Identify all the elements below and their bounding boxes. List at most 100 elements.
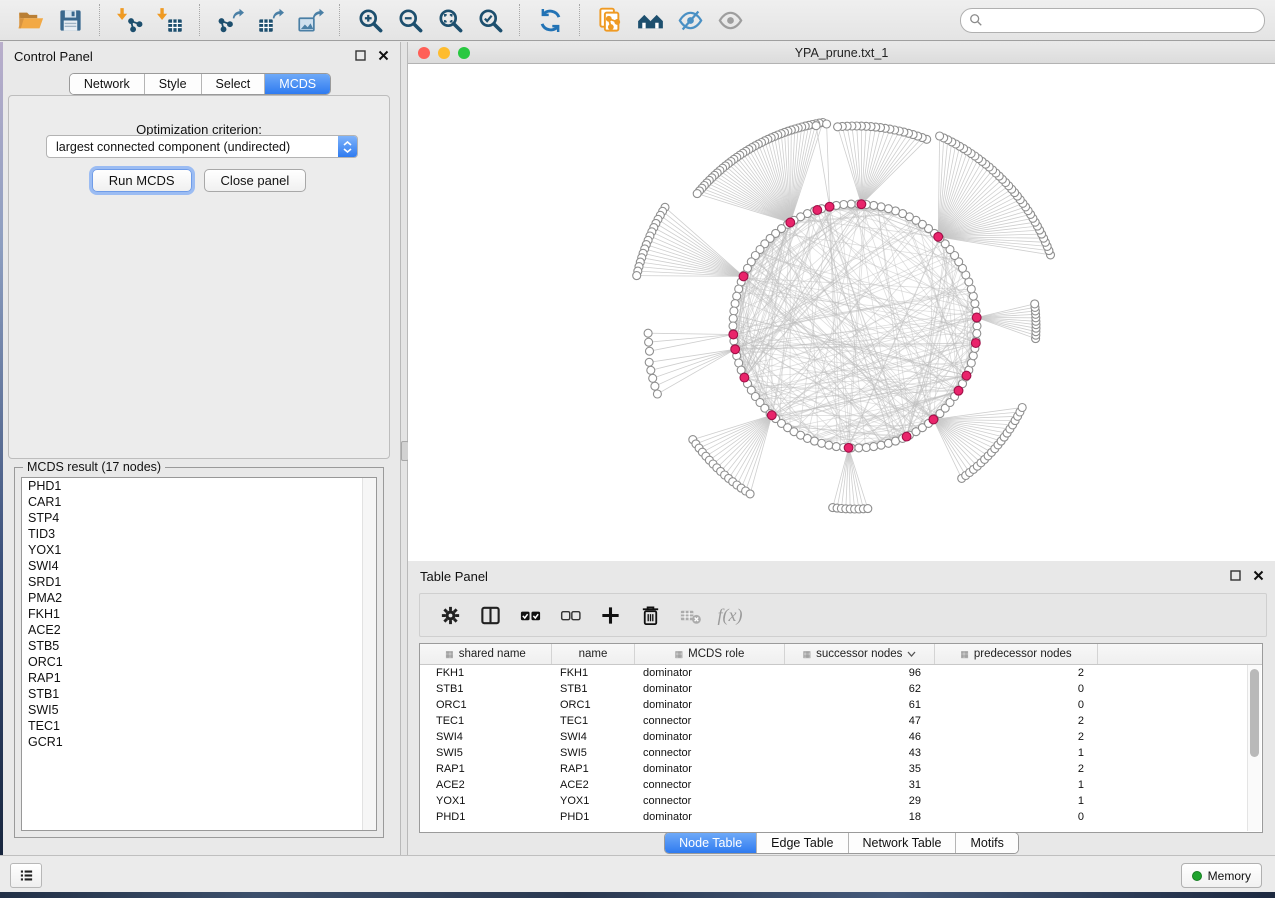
mcds-result-item[interactable]: SRD1: [22, 574, 376, 590]
select-all-icon[interactable]: [512, 598, 548, 632]
table-scrollbar-thumb[interactable]: [1250, 669, 1259, 757]
close-panel-button[interactable]: Close panel: [204, 169, 307, 192]
mcds-result-item[interactable]: ORC1: [22, 654, 376, 670]
mcds-result-item[interactable]: YOX1: [22, 542, 376, 558]
table-row[interactable]: SWI5SWI5connector431: [420, 745, 1262, 761]
split-view-icon[interactable]: [472, 598, 508, 632]
export-network-icon[interactable]: [210, 3, 250, 37]
show-graphics-details-icon[interactable]: [630, 3, 670, 37]
close-panel-icon[interactable]: [376, 48, 390, 62]
mcds-result-item[interactable]: TID3: [22, 526, 376, 542]
cell-shared-name: ORC1: [420, 697, 552, 713]
table-body[interactable]: FKH1FKH1dominator962STB1STB1dominator620…: [420, 665, 1262, 825]
column-header-MCDS-role[interactable]: ▦MCDS role: [635, 644, 785, 664]
mcds-result-item[interactable]: GCR1: [22, 734, 376, 750]
memory-button[interactable]: Memory: [1181, 863, 1262, 888]
open-icon[interactable]: [10, 3, 50, 37]
network-canvas[interactable]: [408, 64, 1275, 561]
export-table-icon[interactable]: [250, 3, 290, 37]
mcds-result-item[interactable]: CAR1: [22, 494, 376, 510]
cell-shared-name: RAP1: [420, 761, 552, 777]
tab-node-table[interactable]: Node Table: [665, 833, 756, 853]
float-panel-icon[interactable]: [353, 48, 367, 62]
refresh-icon[interactable]: [530, 3, 570, 37]
tab-edge-table[interactable]: Edge Table: [756, 833, 847, 853]
table-row[interactable]: SWI4SWI4dominator462: [420, 729, 1262, 745]
mcds-result-item[interactable]: SWI5: [22, 702, 376, 718]
table-row[interactable]: FKH1FKH1dominator962: [420, 665, 1262, 681]
cell-successor-nodes: 96: [785, 665, 935, 681]
cell-name: PHD1: [552, 809, 635, 825]
mcds-result-item[interactable]: STB5: [22, 638, 376, 654]
mcds-result-item[interactable]: STP4: [22, 510, 376, 526]
network-titlebar: YPA_prune.txt_1: [408, 42, 1275, 64]
save-icon[interactable]: [50, 3, 90, 37]
mcds-result-item[interactable]: STB1: [22, 686, 376, 702]
cell-predecessor-nodes: 1: [935, 777, 1098, 793]
close-table-panel-icon[interactable]: [1251, 568, 1265, 582]
float-table-panel-icon[interactable]: [1228, 568, 1242, 582]
clear-table-icon[interactable]: [672, 598, 708, 632]
cell-predecessor-nodes: 2: [935, 713, 1098, 729]
zoom-selected-icon[interactable]: [470, 3, 510, 37]
table-row[interactable]: YOX1YOX1connector291: [420, 793, 1262, 809]
mcds-result-item[interactable]: PHD1: [22, 478, 376, 494]
cell-successor-nodes: 61: [785, 697, 935, 713]
cell-predecessor-nodes: 0: [935, 681, 1098, 697]
result-list-scrollbar[interactable]: [362, 478, 376, 830]
mcds-result-list[interactable]: PHD1CAR1STP4TID3YOX1SWI4SRD1PMA2FKH1ACE2…: [21, 477, 377, 831]
column-type-icon: ▦: [445, 650, 454, 659]
table-row[interactable]: STB1STB1dominator620: [420, 681, 1262, 697]
mcds-result-item[interactable]: PMA2: [22, 590, 376, 606]
mcds-result-item[interactable]: SWI4: [22, 558, 376, 574]
status-bar: Memory: [0, 855, 1275, 892]
cell-name: ORC1: [552, 697, 635, 713]
column-header-successor-nodes[interactable]: ▦successor nodes: [785, 644, 935, 664]
table-row[interactable]: TEC1TEC1connector472: [420, 713, 1262, 729]
search-input[interactable]: [988, 10, 1256, 30]
column-header-predecessor-nodes[interactable]: ▦predecessor nodes: [935, 644, 1098, 664]
tab-motifs[interactable]: Motifs: [955, 833, 1017, 853]
mcds-result-item[interactable]: TEC1: [22, 718, 376, 734]
optimization-criterion-select[interactable]: largest connected component (undirected): [46, 135, 358, 158]
import-network-icon[interactable]: [110, 3, 150, 37]
function-icon[interactable]: f(x): [712, 598, 748, 632]
tab-mcds[interactable]: MCDS: [264, 74, 330, 94]
table-row[interactable]: ACE2ACE2connector311: [420, 777, 1262, 793]
settings-icon[interactable]: [432, 598, 468, 632]
hide-selected-icon[interactable]: [670, 3, 710, 37]
network-from-selection-icon[interactable]: [590, 3, 630, 37]
add-icon[interactable]: [592, 598, 628, 632]
mcds-result-item[interactable]: FKH1: [22, 606, 376, 622]
tab-network[interactable]: Network: [70, 74, 144, 94]
task-history-button[interactable]: [10, 863, 42, 888]
cell-successor-nodes: 62: [785, 681, 935, 697]
run-mcds-button[interactable]: Run MCDS: [92, 169, 192, 192]
table-row[interactable]: PHD1PHD1dominator180: [420, 809, 1262, 825]
zoom-out-icon[interactable]: [390, 3, 430, 37]
mcds-result-item[interactable]: ACE2: [22, 622, 376, 638]
tab-style[interactable]: Style: [144, 74, 201, 94]
import-table-icon[interactable]: [150, 3, 190, 37]
table-row[interactable]: RAP1RAP1dominator352: [420, 761, 1262, 777]
cell-successor-nodes: 46: [785, 729, 935, 745]
export-image-icon[interactable]: [290, 3, 330, 37]
table-scrollbar[interactable]: [1247, 665, 1261, 831]
search-box[interactable]: [960, 8, 1265, 33]
toolbar-separator: [99, 4, 101, 36]
memory-status-icon: [1192, 871, 1202, 881]
table-row[interactable]: ORC1ORC1dominator610: [420, 697, 1262, 713]
mcds-result-item[interactable]: RAP1: [22, 670, 376, 686]
cell-predecessor-nodes: 1: [935, 793, 1098, 809]
zoom-in-icon[interactable]: [350, 3, 390, 37]
zoom-fit-icon[interactable]: [430, 3, 470, 37]
column-header-name[interactable]: name: [552, 644, 635, 664]
tab-select[interactable]: Select: [201, 74, 265, 94]
tab-network-table[interactable]: Network Table: [848, 833, 956, 853]
deselect-all-icon[interactable]: [552, 598, 588, 632]
delete-icon[interactable]: [632, 598, 668, 632]
show-all-icon[interactable]: [710, 3, 750, 37]
cytoscape-window: Control Panel NetworkStyleSelectMCDS Opt…: [0, 0, 1275, 892]
panel-divider[interactable]: [400, 42, 408, 855]
column-header-shared-name[interactable]: ▦shared name: [420, 644, 552, 664]
